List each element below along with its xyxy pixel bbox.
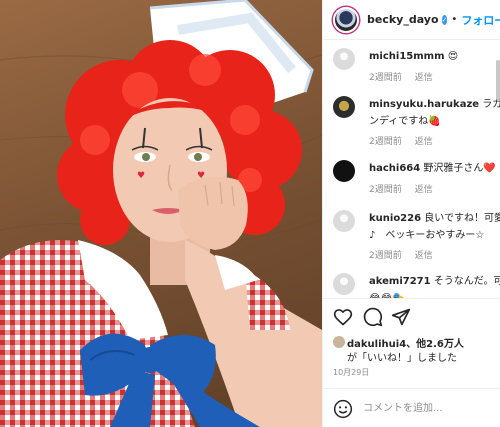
- comment-input[interactable]: [363, 398, 493, 418]
- comment-text: そうなんだ。可愛: [433, 276, 500, 287]
- post-date[interactable]: 10月29日: [333, 367, 369, 378]
- comment-text-continued: ♪ ベッキーおやすみー☆: [369, 230, 485, 241]
- likes-count[interactable]: dakulihui4、他2.6万人: [347, 335, 464, 350]
- comment-username[interactable]: michi15mmm: [369, 51, 445, 62]
- commenter-avatar[interactable]: [333, 273, 355, 295]
- photo-illustration: ♥ ♥: [0, 0, 322, 427]
- commenter-avatar[interactable]: [333, 48, 355, 70]
- svg-text:♥: ♥: [137, 171, 145, 181]
- follow-button[interactable]: フォローす: [461, 12, 500, 28]
- post-photo[interactable]: ♥ ♥: [0, 0, 322, 427]
- likes-caption: が「いいね！」しました: [347, 353, 457, 364]
- add-comment-bar: [323, 388, 500, 427]
- comment-meta: 2週間前 返信: [369, 70, 433, 83]
- comment-body: akemi7271 そうなんだ。可愛 😂😂🎭: [369, 273, 500, 298]
- commenter-avatar[interactable]: [333, 210, 355, 232]
- profile-avatar[interactable]: [333, 6, 359, 33]
- paper-plane-icon[interactable]: [391, 307, 411, 327]
- comment-body: kunio226 良いですね！可愛い ♪ ベッキーおやすみー☆: [369, 210, 500, 244]
- comment-time[interactable]: 2週間前: [369, 185, 402, 195]
- comment-body: hachi664 野沢雅子さん❤️: [369, 160, 500, 177]
- post-side-panel: becky_dayo ✓ • フォローす michi15mmm 😍 2週間前 返…: [322, 0, 500, 427]
- comment-username[interactable]: minsyuku.harukaze: [369, 99, 479, 110]
- comment-text: 良いですね！可愛い: [424, 213, 500, 224]
- comment-meta: 2週間前 返信: [369, 248, 433, 261]
- liker-avatar[interactable]: [333, 336, 345, 348]
- reply-button[interactable]: 返信: [415, 185, 433, 195]
- comment-body: michi15mmm 😍: [369, 48, 500, 65]
- comment-text-continued: ンディですね🍓: [369, 116, 441, 127]
- comment-icon[interactable]: [363, 307, 383, 327]
- comment-time[interactable]: 2週間前: [369, 251, 402, 261]
- comments-scrollbar[interactable]: [496, 60, 500, 100]
- comment-text: 😍: [447, 51, 459, 62]
- comment-username[interactable]: kunio226: [369, 213, 421, 224]
- commenter-avatar[interactable]: [333, 160, 355, 182]
- smiley-icon[interactable]: [333, 399, 353, 419]
- comment-username[interactable]: akemi7271: [369, 276, 431, 287]
- comment-text: ラガディ: [482, 99, 500, 110]
- verified-badge-icon: ✓: [441, 14, 448, 25]
- heart-icon[interactable]: [333, 307, 353, 327]
- comment-time[interactable]: 2週間前: [369, 137, 402, 147]
- comment-username[interactable]: hachi664: [369, 163, 420, 174]
- comment-meta: 2週間前 返信: [369, 134, 433, 147]
- comment-meta: 2週間前 返信: [369, 182, 433, 195]
- reply-button[interactable]: 返信: [415, 73, 433, 83]
- header-separator: •: [451, 14, 458, 25]
- comment-body: minsyuku.harukaze ラガディ ンディですね🍓: [369, 96, 500, 130]
- profile-username[interactable]: becky_dayo: [367, 13, 439, 26]
- reply-button[interactable]: 返信: [415, 137, 433, 147]
- post-header: becky_dayo ✓ • フォローす: [323, 0, 500, 40]
- commenter-avatar[interactable]: [333, 96, 355, 118]
- comment-text: 野沢雅子さん❤️: [423, 163, 496, 174]
- post-actions-bar: [323, 298, 500, 334]
- reply-button[interactable]: 返信: [415, 251, 433, 261]
- comments-list[interactable]: michi15mmm 😍 2週間前 返信 minsyuku.harukaze ラ…: [323, 40, 500, 298]
- comment-time[interactable]: 2週間前: [369, 73, 402, 83]
